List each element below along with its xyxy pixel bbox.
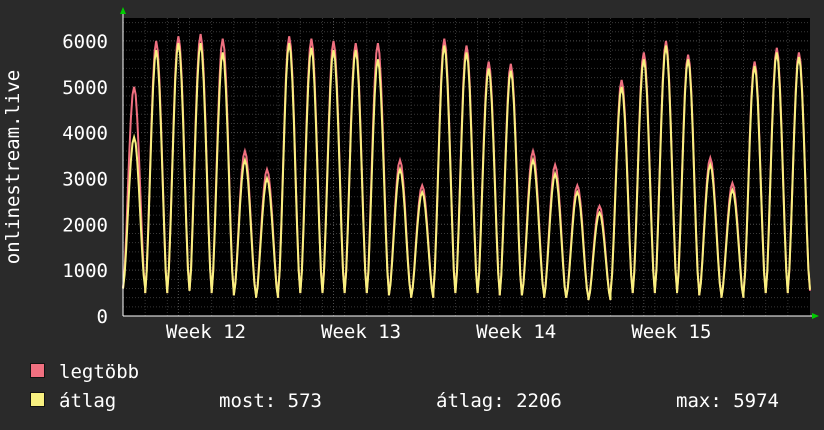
y-tick-label: 6000 [62,31,108,53]
y-tick-label: 5000 [62,77,108,99]
stat-max-value: 5974 [733,390,779,412]
x-tick-label: Week 13 [321,321,401,343]
y-tick-label: 2000 [62,214,108,236]
stat-max-label: max: [676,390,722,412]
y-tick-label: 4000 [62,123,108,145]
stat-max: max: 5974 [676,390,779,412]
legend-item-avg: átlag [30,390,116,412]
legend-swatch-max [30,363,45,378]
stat-current: most: 573 [219,390,322,412]
y-tick-label: 3000 [62,168,108,190]
x-tick-label: Week 12 [166,321,246,343]
stat-average-label: átlag: [436,390,505,412]
y-tick-label: 1000 [62,260,108,282]
stat-average-value: 2206 [516,390,562,412]
x-tick-label: Week 15 [631,321,711,343]
legend-label-avg: átlag [59,390,117,412]
y-axis-arrow [120,7,126,14]
x-axis-arrow [812,313,819,319]
legend-swatch-avg [30,392,45,407]
legend-label-max: legtöbb [59,361,140,383]
stat-current-value: 573 [287,390,322,412]
y-tick-label: 0 [97,306,108,328]
legend-item-max: legtöbb [30,361,139,383]
x-tick-label: Week 14 [476,321,556,343]
stat-average: átlag: 2206 [436,390,562,412]
stat-current-label: most: [219,390,277,412]
y-axis-label: onlinestream.live [2,70,24,264]
